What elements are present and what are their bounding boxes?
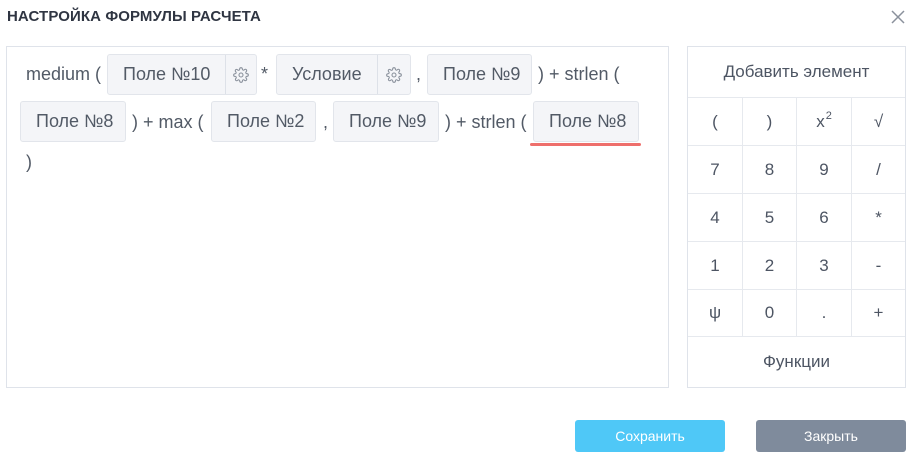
key-9[interactable]: 9 (797, 146, 852, 194)
key-sqrt[interactable]: √ (852, 98, 905, 146)
key-minus[interactable]: - (852, 242, 905, 290)
formula-chip-selected[interactable]: Поле №8 (533, 101, 639, 142)
key-8[interactable]: 8 (743, 146, 797, 194)
key-4[interactable]: 4 (688, 194, 743, 242)
formula-text: ) (26, 152, 32, 172)
key-2[interactable]: 2 (743, 242, 797, 290)
key-open-paren[interactable]: ( (688, 98, 743, 146)
key-dot[interactable]: . (797, 290, 852, 337)
chip-label: Условие (292, 64, 362, 84)
formula-chip[interactable]: Поле №8 (20, 101, 126, 142)
key-plus[interactable]: + (852, 290, 905, 337)
formula-chip[interactable]: Поле №9 (333, 101, 439, 142)
gear-icon[interactable] (225, 55, 256, 94)
key-1[interactable]: 1 (688, 242, 743, 290)
chip-label: Поле №9 (443, 64, 521, 84)
save-button[interactable]: Сохранить (575, 420, 725, 452)
key-power-base: x (816, 111, 825, 131)
keypad: Добавить элемент ( ) x2 √ 7 8 9 / 4 5 6 … (687, 46, 906, 388)
formula-editor[interactable]: medium ( Поле №10 * Условие , Поле №9 ) … (6, 46, 669, 388)
formula-text: ) + strlen ( (445, 112, 527, 132)
chip-label: Поле №2 (227, 111, 305, 131)
key-psi[interactable]: ψ (688, 290, 743, 337)
key-close-paren[interactable]: ) (743, 98, 797, 146)
chip-label: Поле №8 (36, 111, 114, 131)
formula-chip[interactable]: Поле №9 (427, 54, 532, 95)
dialog-title: НАСТРОЙКА ФОРМУЛЫ РАСЧЕТА (7, 8, 261, 25)
chip-label: Поле №10 (123, 64, 211, 84)
selection-underline (530, 143, 641, 146)
key-6[interactable]: 6 (797, 194, 852, 242)
key-power[interactable]: x2 (797, 98, 852, 146)
key-multiply[interactable]: * (852, 194, 905, 242)
formula-text: medium ( (26, 64, 102, 84)
formula-text: , (323, 112, 329, 132)
formula-text: , (416, 64, 422, 84)
formula-text: ) + max ( (132, 112, 204, 132)
formula-chip[interactable]: Условие (276, 54, 411, 95)
close-icon[interactable] (888, 7, 908, 27)
add-element-button[interactable]: Добавить элемент (688, 47, 905, 98)
close-button[interactable]: Закрыть (756, 420, 906, 452)
key-7[interactable]: 7 (688, 146, 743, 194)
chip-label: Поле №8 (549, 111, 627, 131)
formula-chip[interactable]: Поле №2 (211, 101, 316, 142)
formula-text: ) + strlen ( (538, 64, 620, 84)
key-0[interactable]: 0 (743, 290, 797, 337)
key-3[interactable]: 3 (797, 242, 852, 290)
formula-chip[interactable]: Поле №10 (107, 54, 257, 95)
key-divide[interactable]: / (852, 146, 905, 194)
formula-text: * (261, 64, 269, 84)
gear-icon[interactable] (376, 55, 410, 94)
functions-button[interactable]: Функции (688, 337, 905, 387)
key-5[interactable]: 5 (743, 194, 797, 242)
chip-label: Поле №9 (349, 111, 427, 131)
key-power-exponent: 2 (825, 109, 832, 122)
